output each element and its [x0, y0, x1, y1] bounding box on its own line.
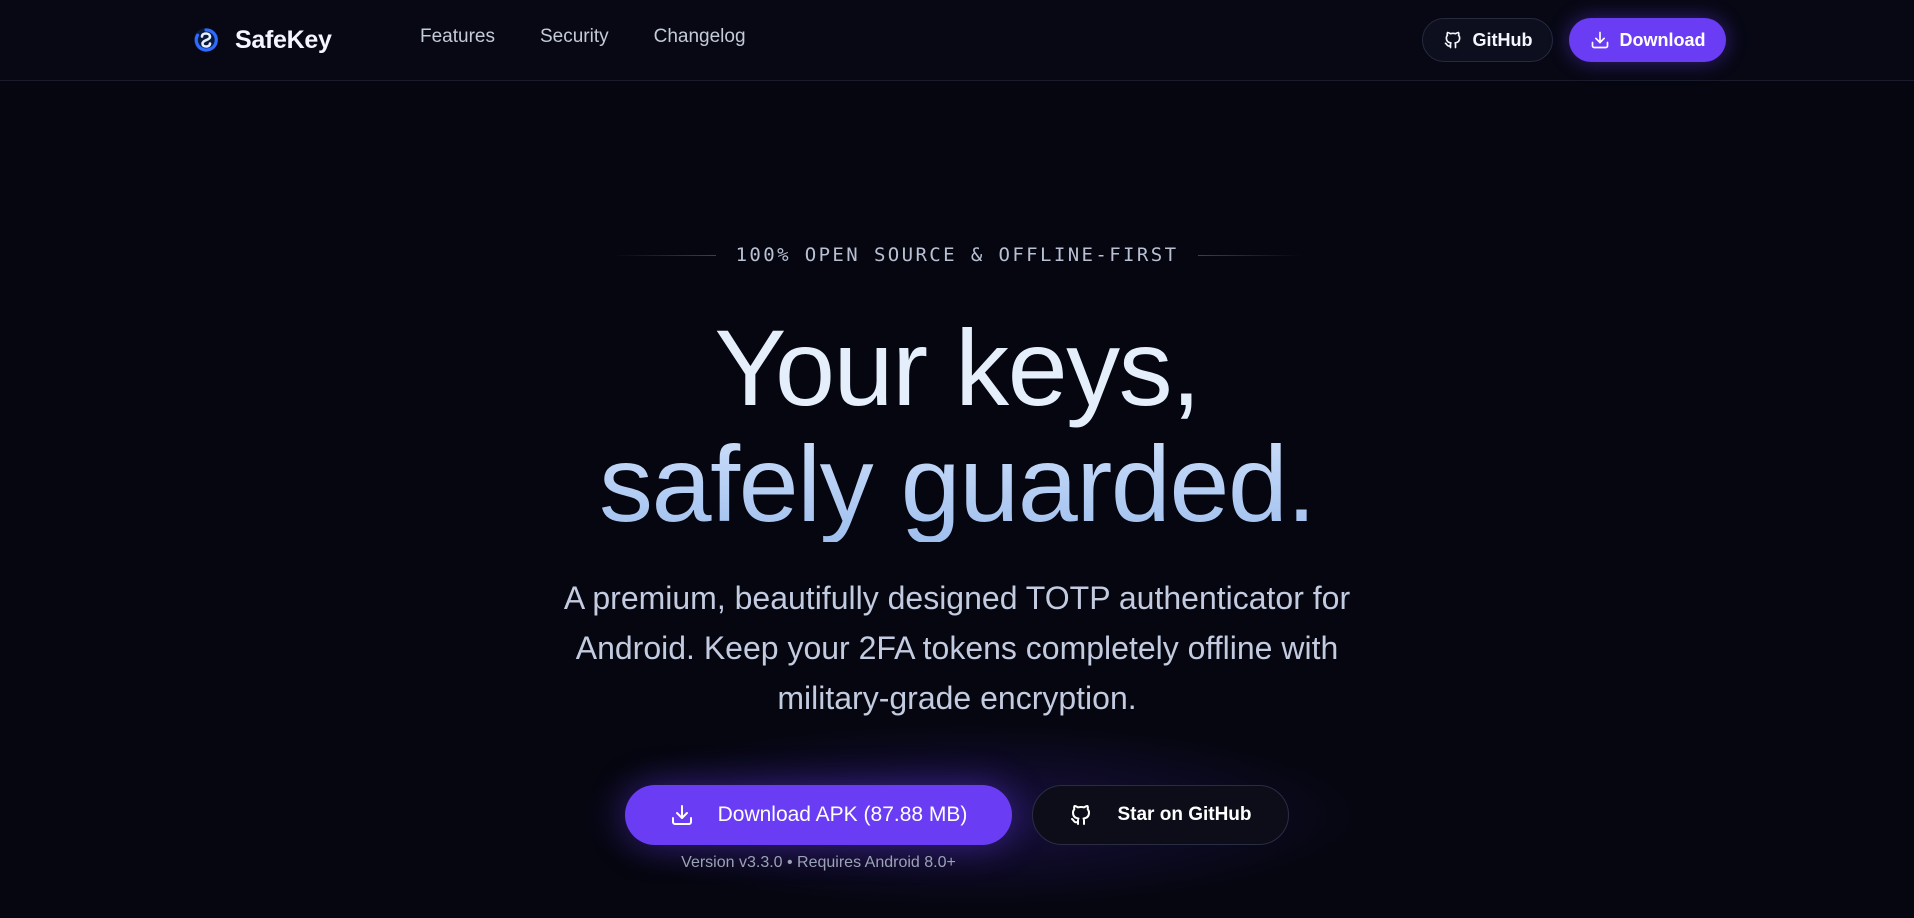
- brand-link[interactable]: SafeKey: [193, 22, 332, 58]
- nav-link-changelog[interactable]: Changelog: [654, 26, 746, 48]
- version-note: Version v3.3.0 • Requires Android 8.0+: [681, 854, 956, 871]
- hero-eyebrow: 100% OPEN SOURCE & OFFLINE-FIRST: [0, 244, 1914, 266]
- shield-key-icon: [194, 28, 218, 52]
- github-button[interactable]: GitHub: [1422, 18, 1553, 62]
- nav-link-features[interactable]: Features: [420, 26, 495, 48]
- headline-line-1: Your keys,: [714, 307, 1201, 428]
- github-icon: [1444, 31, 1460, 49]
- download-button-label: Download: [1619, 29, 1706, 50]
- github-button-label: GitHub: [1472, 29, 1533, 50]
- github-icon: [1071, 805, 1091, 825]
- download-icon: [671, 805, 692, 825]
- download-button[interactable]: Download: [1569, 18, 1726, 62]
- download-icon: [1591, 31, 1608, 49]
- top-navbar: SafeKey Features Security Changelog GitH…: [0, 0, 1914, 81]
- star-on-github-button[interactable]: Star on GitHub: [1032, 785, 1289, 845]
- hero-subtitle: A premium, beautifully designed TOTP aut…: [563, 580, 1351, 716]
- hero-headline: Your keys, safely guarded.: [0, 310, 1914, 542]
- eyebrow-divider-left: [611, 254, 716, 256]
- nav-links: Features Security Changelog: [420, 26, 746, 48]
- star-on-github-label: Star on GitHub: [1117, 804, 1252, 825]
- headline-line-2: safely guarded.: [0, 426, 1914, 542]
- eyebrow-text: 100% OPEN SOURCE & OFFLINE-FIRST: [735, 244, 1179, 266]
- nav-link-security[interactable]: Security: [540, 26, 609, 48]
- download-apk-button[interactable]: Download APK (87.88 MB): [625, 785, 1012, 845]
- eyebrow-divider-right: [1198, 254, 1303, 256]
- download-apk-label: Download APK (87.88 MB): [717, 803, 968, 826]
- brand-name: SafeKey: [235, 25, 332, 54]
